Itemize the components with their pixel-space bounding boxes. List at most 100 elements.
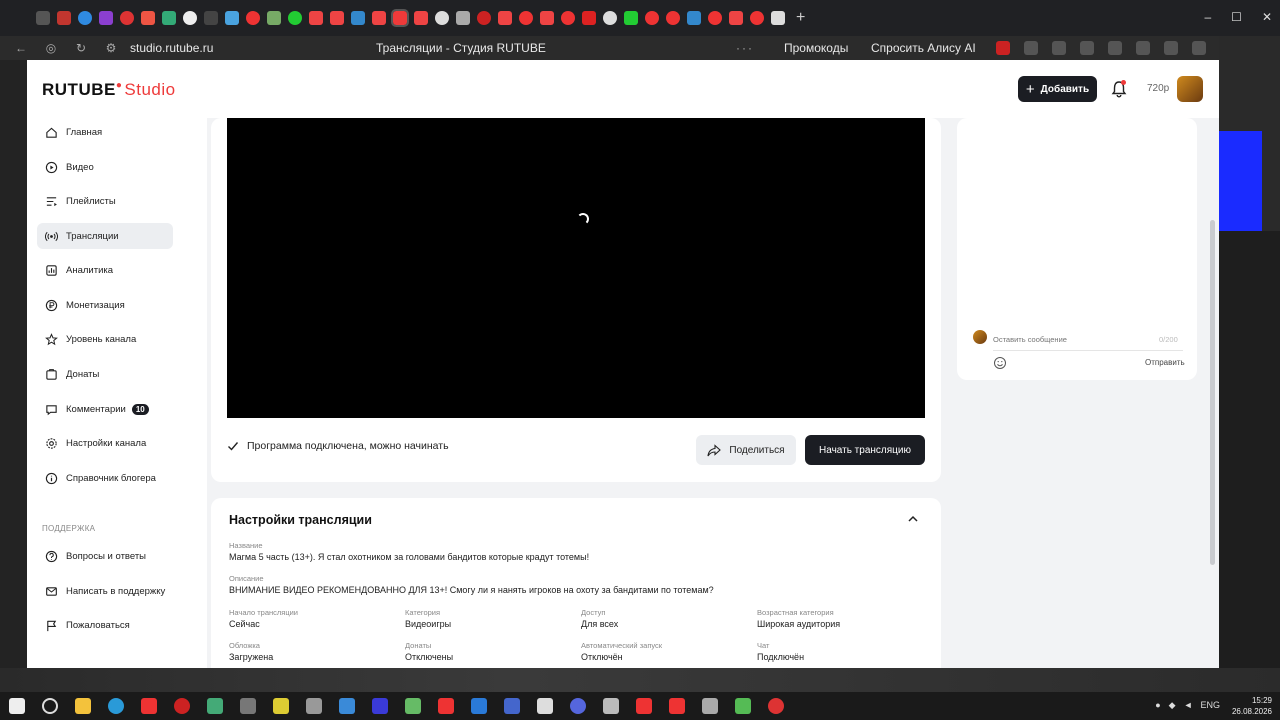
tab-favicon[interactable] (644, 11, 659, 25)
tab-favicon[interactable] (602, 11, 617, 25)
app-icon[interactable] (272, 698, 289, 714)
tab-favicon[interactable] (749, 11, 764, 25)
share-button[interactable]: Поделиться (696, 435, 796, 465)
tab-favicon[interactable] (665, 11, 680, 25)
send-button[interactable]: Отправить (1145, 358, 1185, 367)
sidebar-item-blogger-guide[interactable]: Справочник блогера (37, 465, 173, 491)
side-panel-thumbnail[interactable] (1219, 131, 1262, 231)
tab-favicon[interactable] (140, 11, 155, 25)
start-stream-button[interactable]: Начать трансляцию (805, 435, 925, 465)
alice-button[interactable]: Спросить Алису AI (871, 41, 976, 55)
close-icon[interactable]: ✕ (1262, 10, 1272, 24)
tab-favicon[interactable] (203, 11, 218, 25)
sidebar-item-comments[interactable]: Комментарии 10 (37, 396, 173, 422)
tab-favicon[interactable] (623, 11, 638, 25)
rutube-studio-logo[interactable]: RUTUBE● Studio (42, 80, 176, 100)
app-icon[interactable] (437, 698, 454, 714)
sidebar-item-streams[interactable]: Трансляции (37, 223, 173, 249)
clock[interactable]: 15:29 26.08.2026 (1232, 695, 1272, 717)
tab-favicon[interactable] (581, 11, 596, 25)
quality-label[interactable]: 720p (1147, 83, 1169, 94)
tab-favicon[interactable] (287, 11, 302, 25)
vscode-icon[interactable] (470, 698, 487, 714)
page-scrollbar[interactable] (1210, 220, 1215, 565)
sidebar-item-channel-level[interactable]: Уровень канала (37, 326, 173, 352)
tab-favicon[interactable] (308, 11, 323, 25)
extension-icon[interactable] (1164, 41, 1178, 55)
tab-favicon[interactable] (224, 11, 239, 25)
app-icon[interactable] (503, 698, 520, 714)
download-icon[interactable] (1192, 41, 1206, 55)
sidebar-item-faq[interactable]: Вопросы и ответы (37, 543, 173, 569)
tab-favicon-active[interactable] (390, 9, 409, 27)
tab-favicon[interactable] (518, 11, 533, 25)
extension-icon[interactable] (1136, 41, 1150, 55)
tab-favicon[interactable] (98, 11, 113, 25)
promo-button[interactable]: Промокоды (784, 41, 848, 55)
tab-favicon[interactable] (686, 11, 701, 25)
microphone-icon[interactable]: ● (1155, 700, 1160, 711)
app-icon[interactable] (635, 698, 652, 714)
new-tab-icon[interactable]: + (796, 9, 805, 27)
app-icon[interactable] (404, 698, 421, 714)
tab-favicon[interactable] (56, 11, 71, 25)
file-explorer-icon[interactable] (74, 698, 91, 714)
edge-icon[interactable] (107, 698, 124, 714)
tab-favicon[interactable] (539, 11, 554, 25)
app-icon[interactable] (569, 698, 586, 714)
app-icon[interactable] (305, 698, 322, 714)
app-icon[interactable] (371, 698, 388, 714)
chevron-up-icon[interactable] (907, 513, 919, 525)
tab-favicon[interactable] (371, 11, 386, 25)
app-icon[interactable] (602, 698, 619, 714)
avatar[interactable] (1177, 76, 1203, 102)
sidebar-item-monetization[interactable]: Монетизация (37, 292, 173, 318)
extension-icon[interactable] (996, 41, 1010, 55)
app-icon[interactable] (239, 698, 256, 714)
tab-favicon[interactable] (434, 11, 449, 25)
add-button[interactable]: + Добавить (1018, 76, 1097, 102)
app-icon[interactable] (206, 698, 223, 714)
tab-favicon[interactable] (476, 11, 491, 25)
tab-favicon[interactable] (329, 11, 344, 25)
tab-favicon[interactable] (350, 11, 365, 25)
language-indicator[interactable]: ENG (1200, 700, 1220, 711)
tab-favicon[interactable] (497, 11, 512, 25)
extension-icon[interactable] (1052, 41, 1066, 55)
sidebar-item-playlists[interactable]: Плейлисты (37, 188, 173, 214)
tab-favicon[interactable] (455, 11, 470, 25)
sidebar-item-donations[interactable]: Донаты (37, 361, 173, 387)
tab-favicon[interactable] (77, 11, 92, 25)
app-icon[interactable] (701, 698, 718, 714)
app-icon[interactable] (734, 698, 751, 714)
sidebar-item-video[interactable]: Видео (37, 154, 173, 180)
app-icon[interactable] (338, 698, 355, 714)
tab-favicon[interactable] (35, 11, 50, 25)
opera-icon[interactable] (173, 698, 190, 714)
shield-icon[interactable]: ◎ (42, 41, 60, 55)
tab-favicon[interactable] (707, 11, 722, 25)
reload-icon[interactable]: ↻ (72, 41, 90, 55)
app-icon[interactable] (668, 698, 685, 714)
settings-icon[interactable]: ⚙ (102, 41, 120, 55)
tab-favicon[interactable] (182, 11, 197, 25)
url-field[interactable]: studio.rutube.ru (130, 41, 213, 55)
sidebar-item-analytics[interactable]: Аналитика (37, 257, 173, 283)
tab-favicon[interactable] (266, 11, 281, 25)
sidebar-item-report[interactable]: Пожаловаться (37, 612, 173, 638)
network-icon[interactable]: ◆ (1169, 700, 1176, 711)
tab-favicon[interactable] (119, 11, 134, 25)
minimize-icon[interactable]: – (1204, 10, 1211, 24)
tab-favicon[interactable] (413, 11, 428, 25)
search-icon[interactable] (41, 698, 58, 714)
tab-favicon[interactable] (245, 11, 260, 25)
sidebar-item-write-support[interactable]: Написать в поддержку (37, 578, 173, 604)
video-player[interactable] (227, 118, 925, 418)
tab-favicon[interactable] (161, 11, 176, 25)
start-icon[interactable] (8, 698, 25, 714)
maximize-icon[interactable]: ☐ (1231, 10, 1242, 24)
emoji-icon[interactable] (993, 356, 1007, 370)
yandex-browser-icon[interactable] (140, 698, 157, 714)
app-icon[interactable] (767, 698, 784, 714)
tab-favicon[interactable] (728, 11, 743, 25)
